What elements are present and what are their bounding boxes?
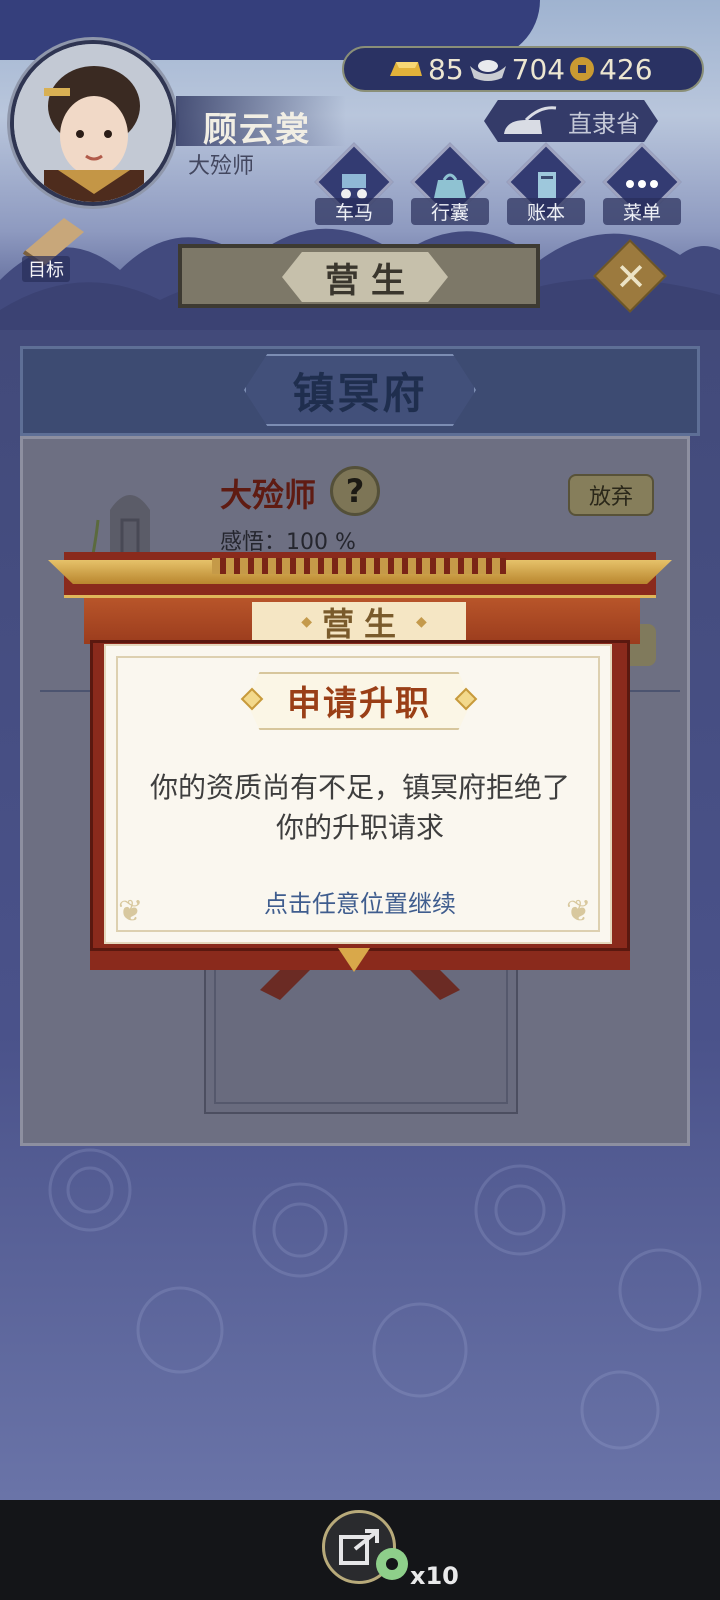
silver-amount: 704 [511,52,566,86]
nav-carriage-button[interactable]: 车马 [312,142,396,225]
gold-currency: 85 [384,53,464,86]
portrait-icon [14,44,172,202]
jade-coin-icon [376,1548,408,1580]
player-avatar[interactable] [10,40,176,206]
page-title: 营生 [282,252,448,302]
nav-menu-label: 菜单 [603,198,681,225]
corner-ornament-icon: ❦ [118,894,144,929]
modal-lattice [212,558,506,574]
nav-menu-button[interactable]: 菜单 [600,142,684,225]
clasp-icon [338,948,370,972]
province-label: 直隶省 [568,109,640,138]
corner-ornament-icon: ❦ [566,894,592,929]
ledger-icon [538,172,556,198]
currency-bar: 85 704 426 [342,46,704,92]
silver-currency: 704 [468,53,565,86]
goal-label[interactable]: 目标 [22,256,70,282]
coin-icon [570,57,595,81]
nav-bag-button[interactable]: 行囊 [408,142,492,225]
gold-bar-icon [390,62,422,76]
nav-carriage-label: 车马 [315,198,393,225]
bag-icon [434,173,466,198]
modal-message-line2: 你的升职请求 [275,811,444,844]
player-rank: 大殓师 [188,154,255,179]
continue-hint[interactable]: 点击任意位置继续 [124,884,596,919]
modal-message: 你的资质尚有不足，镇冥府拒绝了 你的升职请求 [124,768,596,848]
player-name: 顾云裳 [203,110,311,150]
current-rank-name: 大殓师 [220,476,317,514]
gold-amount: 85 [428,52,464,86]
carriage-icon [341,174,367,199]
band-right-dot: ◆ [416,614,427,630]
share-reward-count: x10 [410,1562,459,1590]
modal-message-line1: 你的资质尚有不足，镇冥府拒绝了 [149,771,570,804]
modal-band-title: ◆ 营生 ◆ [252,602,466,643]
band-left-dot: ◆ [301,614,312,630]
help-button[interactable]: ? [330,466,380,516]
abandon-button[interactable]: 放弃 [568,474,654,516]
close-icon: ✕ [615,255,647,299]
menu-icon [626,180,658,188]
org-title: 镇冥府 [292,369,428,418]
modal-band-title-text: 营生 [321,605,406,643]
nav-ledger-label: 账本 [507,198,585,225]
coin-amount: 426 [599,52,653,86]
silver-ingot-icon [469,60,506,81]
iron-icon [504,106,557,134]
nav-bag-label: 行囊 [411,198,489,225]
modal-heading: 申请升职 [287,684,431,724]
coin-currency: 426 [569,52,653,86]
nav-ledger-button[interactable]: 账本 [504,142,588,225]
